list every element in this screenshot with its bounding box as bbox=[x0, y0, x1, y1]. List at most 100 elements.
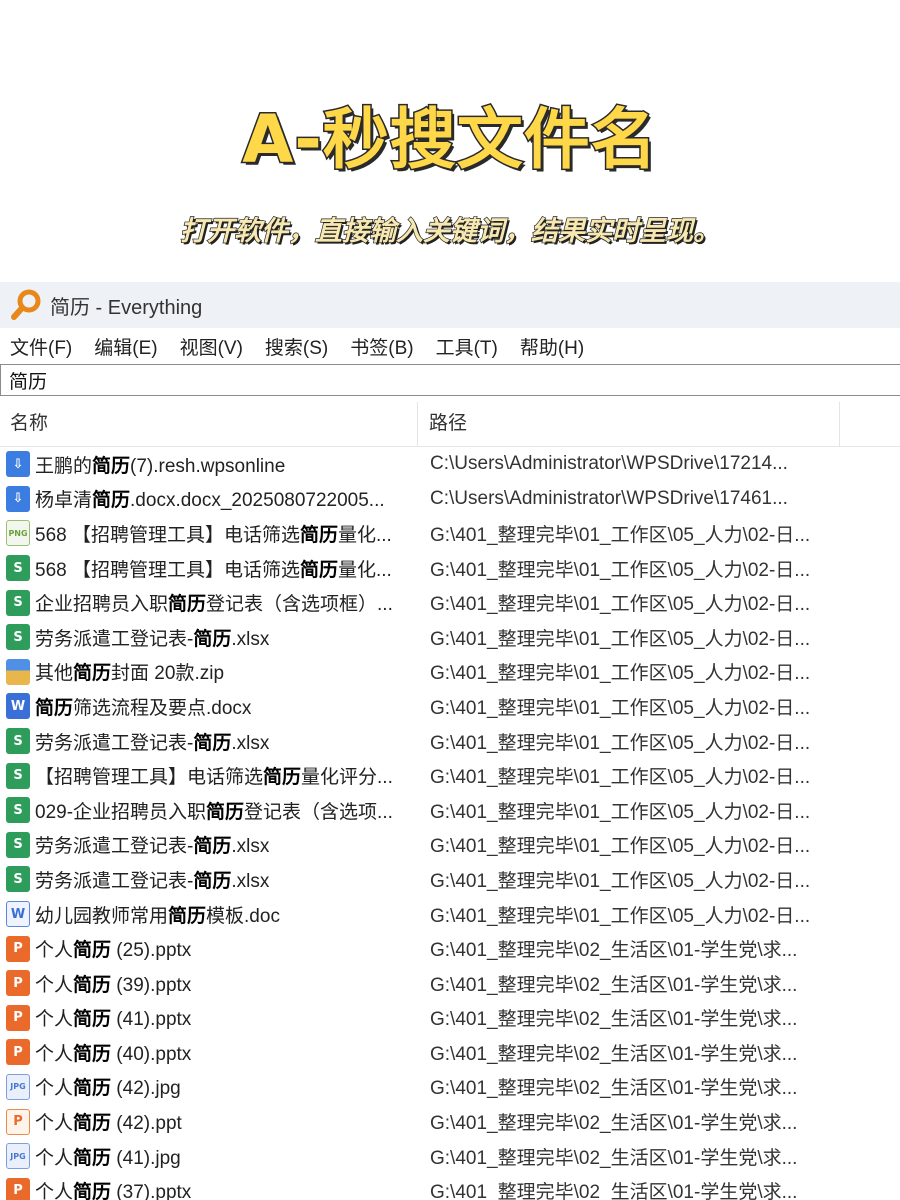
file-name-cell: ⇩ 杨卓清简历.docx.docx_2025080722005... bbox=[0, 485, 418, 512]
file-name-cell: S 企业招聘员入职简历登记表（含选项框）... bbox=[0, 589, 418, 616]
file-name: 企业招聘员入职简历登记表（含选项框）... bbox=[35, 594, 393, 616]
ppt-file-icon: P bbox=[6, 1108, 30, 1135]
file-name: 王鹏的简历(7).resh.wpsonline bbox=[35, 455, 286, 477]
file-path: G:\401_整理完毕\02_生活区\01-学生党\求... bbox=[430, 1078, 798, 1100]
table-row[interactable]: W 简历筛选流程及要点.docx G:\401_整理完毕\01_工作区\05_人力\… bbox=[0, 689, 900, 724]
table-row[interactable]: S 【招聘管理工具】电话筛选简历量化评分... G:\401_整理完毕\01_工作区… bbox=[0, 758, 900, 793]
file-name-cell: S 劳务派遣工登记表-简历.xlsx bbox=[0, 624, 418, 651]
pptx-file-icon: P bbox=[6, 1039, 30, 1066]
file-path: G:\401_整理完毕\01_工作区\05_人力\02-日... bbox=[430, 559, 811, 581]
menu-tools[interactable]: 工具(T) bbox=[436, 333, 498, 360]
column-header: 名称 路径 bbox=[0, 402, 900, 447]
table-row[interactable]: S 企业招聘员入职简历登记表（含选项框）... G:\401_整理完毕\01_工作区… bbox=[0, 585, 900, 620]
file-path: G:\401_整理完毕\01_工作区\05_人力\02-日... bbox=[430, 732, 811, 754]
table-row[interactable]: W 幼儿园教师常用简历模板.doc G:\401_整理完毕\01_工作区\05_人力… bbox=[0, 897, 900, 932]
menu-bar: 文件(F) 编辑(E) 视图(V) 搜索(S) 书签(B) 工具(T) 帮助(H… bbox=[0, 328, 900, 364]
file-name: 个人简历 (25).pptx bbox=[35, 940, 192, 962]
table-row[interactable]: P 个人简历 (40).pptx G:\401_整理完毕\02_生活区\01-学生党… bbox=[0, 1035, 900, 1070]
table-row[interactable]: JPG 个人简历 (41).jpg G:\401_整理完毕\02_生活区\01-学生… bbox=[0, 1139, 900, 1174]
file-path: G:\401_整理完毕\02_生活区\01-学生党\求... bbox=[430, 1009, 798, 1031]
file-name: 个人简历 (37).pptx bbox=[35, 1182, 192, 1200]
file-name-cell: S 568 【招聘管理工具】电话筛选简历量化... bbox=[0, 555, 418, 582]
docx-file-icon: W bbox=[6, 693, 30, 720]
xlsx-file-icon: S bbox=[6, 866, 30, 893]
table-row[interactable]: S 劳务派遣工登记表-简历.xlsx G:\401_整理完毕\01_工作区\05_人… bbox=[0, 724, 900, 759]
table-row[interactable]: S 劳务派遣工登记表-简历.xlsx G:\401_整理完毕\01_工作区\05_人… bbox=[0, 620, 900, 655]
title-bar[interactable]: 简历 - Everything bbox=[0, 282, 900, 328]
table-row[interactable]: S 劳务派遣工登记表-简历.xlsx G:\401_整理完毕\01_工作区\05_人… bbox=[0, 862, 900, 897]
file-name: 简历筛选流程及要点.docx bbox=[35, 697, 252, 719]
file-name: 个人简历 (42).ppt bbox=[35, 1113, 182, 1135]
magnifier-app-icon bbox=[10, 288, 44, 322]
file-path: G:\401_整理完毕\01_工作区\05_人力\02-日... bbox=[430, 628, 811, 650]
file-path: C:\Users\Administrator\WPSDrive\17214... bbox=[430, 453, 788, 475]
everything-window: 简历 - Everything 文件(F) 编辑(E) 视图(V) 搜索(S) … bbox=[0, 282, 900, 1200]
file-path: G:\401_整理完毕\01_工作区\05_人力\02-日... bbox=[430, 663, 811, 685]
menu-edit[interactable]: 编辑(E) bbox=[94, 333, 157, 360]
table-row[interactable]: P 个人简历 (42).ppt G:\401_整理完毕\02_生活区\01-学生党\… bbox=[0, 1104, 900, 1139]
file-path: G:\401_整理完毕\02_生活区\01-学生党\求... bbox=[430, 1147, 798, 1169]
menu-bookmarks[interactable]: 书签(B) bbox=[350, 333, 413, 360]
file-path: G:\401_整理完毕\01_工作区\05_人力\02-日... bbox=[430, 697, 811, 719]
table-row[interactable]: PNG 568 【招聘管理工具】电话筛选简历量化... G:\401_整理完毕\01… bbox=[0, 516, 900, 551]
menu-help[interactable]: 帮助(H) bbox=[520, 333, 584, 360]
menu-file[interactable]: 文件(F) bbox=[10, 333, 72, 360]
table-row[interactable]: P 个人简历 (39).pptx G:\401_整理完毕\02_生活区\01-学生党… bbox=[0, 966, 900, 1001]
table-row[interactable]: S 劳务派遣工登记表-简历.xlsx G:\401_整理完毕\01_工作区\05_人… bbox=[0, 828, 900, 863]
table-row[interactable]: S 568 【招聘管理工具】电话筛选简历量化... G:\401_整理完毕\01_工… bbox=[0, 551, 900, 586]
file-name: 568 【招聘管理工具】电话筛选简历量化... bbox=[35, 524, 392, 546]
file-name-cell: S 029-企业招聘员入职简历登记表（含选项... bbox=[0, 797, 418, 824]
table-row[interactable]: P 个人简历 (41).pptx G:\401_整理完毕\02_生活区\01-学生党… bbox=[0, 1001, 900, 1036]
file-name-cell: S 劳务派遣工登记表-简历.xlsx bbox=[0, 831, 418, 858]
file-name: 劳务派遣工登记表-简历.xlsx bbox=[35, 628, 270, 650]
pptx-file-icon: P bbox=[6, 1004, 30, 1031]
file-path: G:\401_整理完毕\02_生活区\01-学生党\求... bbox=[430, 1043, 798, 1065]
file-path: G:\401_整理完毕\02_生活区\01-学生党\求... bbox=[430, 974, 798, 996]
file-name: 个人简历 (42).jpg bbox=[35, 1078, 181, 1100]
table-row[interactable]: P 个人简历 (37).pptx G:\401_整理完毕\02_生活区\01-学生党… bbox=[0, 1173, 900, 1200]
search-input[interactable]: 简历 bbox=[0, 364, 900, 396]
xlsx-file-icon: S bbox=[6, 555, 30, 582]
file-name: 幼儿园教师常用简历模板.doc bbox=[35, 905, 280, 927]
file-name: 劳务派遣工登记表-简历.xlsx bbox=[35, 732, 270, 754]
file-name-cell: P 个人简历 (25).pptx bbox=[0, 935, 418, 962]
file-path: G:\401_整理完毕\02_生活区\01-学生党\求... bbox=[430, 1113, 798, 1135]
file-name-cell: W 幼儿园教师常用简历模板.doc bbox=[0, 901, 418, 928]
file-name-cell: PNG 568 【招聘管理工具】电话筛选简历量化... bbox=[0, 520, 418, 547]
file-name-cell: ⇩ 王鹏的简历(7).resh.wpsonline bbox=[0, 451, 418, 478]
file-path: G:\401_整理完毕\01_工作区\05_人力\02-日... bbox=[430, 594, 811, 616]
file-name: 杨卓清简历.docx.docx_2025080722005... bbox=[35, 490, 385, 512]
file-name: 劳务派遣工登记表-简历.xlsx bbox=[35, 836, 270, 858]
file-path: G:\401_整理完毕\01_工作区\05_人力\02-日... bbox=[430, 801, 811, 823]
pptx-file-icon: P bbox=[6, 935, 30, 962]
png-file-icon: PNG bbox=[6, 520, 30, 547]
menu-search[interactable]: 搜索(S) bbox=[265, 333, 328, 360]
file-path: G:\401_整理完毕\01_工作区\05_人力\02-日... bbox=[430, 767, 811, 789]
table-row[interactable]: JPG 个人简历 (42).jpg G:\401_整理完毕\02_生活区\01-学生… bbox=[0, 1070, 900, 1105]
file-name-cell: P 个人简历 (40).pptx bbox=[0, 1039, 418, 1066]
file-path: G:\401_整理完毕\01_工作区\05_人力\02-日... bbox=[430, 870, 811, 892]
file-name: 个人简历 (41).pptx bbox=[35, 1009, 192, 1031]
table-row[interactable]: ⇩ 杨卓清简历.docx.docx_2025080722005... C:\User… bbox=[0, 482, 900, 517]
file-path: C:\Users\Administrator\WPSDrive\17461... bbox=[430, 487, 788, 509]
file-name: 其他简历封面 20款.zip bbox=[35, 663, 225, 685]
file-name: 劳务派遣工登记表-简历.xlsx bbox=[35, 870, 270, 892]
file-path: G:\401_整理完毕\01_工作区\05_人力\02-日... bbox=[430, 836, 811, 858]
table-row[interactable]: S 029-企业招聘员入职简历登记表（含选项... G:\401_整理完毕\01_工… bbox=[0, 793, 900, 828]
file-name-cell: P 个人简历 (42).ppt bbox=[0, 1108, 418, 1135]
file-name-cell: W 简历筛选流程及要点.docx bbox=[0, 693, 418, 720]
file-path: G:\401_整理完毕\01_工作区\05_人力\02-日... bbox=[430, 524, 811, 546]
menu-view[interactable]: 视图(V) bbox=[180, 333, 243, 360]
table-row[interactable]: P 个人简历 (25).pptx G:\401_整理完毕\02_生活区\01-学生党… bbox=[0, 931, 900, 966]
xlsx-file-icon: S bbox=[6, 728, 30, 755]
file-name-cell: P 个人简历 (39).pptx bbox=[0, 970, 418, 997]
column-path-header[interactable]: 路径 bbox=[418, 402, 840, 446]
table-row[interactable]: ⇩ 王鹏的简历(7).resh.wpsonline C:\Users\Adminis… bbox=[0, 447, 900, 482]
file-name: 个人简历 (41).jpg bbox=[35, 1147, 181, 1169]
file-name: 【招聘管理工具】电话筛选简历量化评分... bbox=[35, 767, 393, 789]
file-path: G:\401_整理完毕\02_生活区\01-学生党\求... bbox=[430, 940, 798, 962]
column-name-header[interactable]: 名称 bbox=[0, 402, 418, 446]
pptx-file-icon: P bbox=[6, 970, 30, 997]
download-file-icon: ⇩ bbox=[6, 485, 30, 512]
table-row[interactable]: 其他简历封面 20款.zip G:\401_整理完毕\01_工作区\05_人力\0… bbox=[0, 655, 900, 690]
